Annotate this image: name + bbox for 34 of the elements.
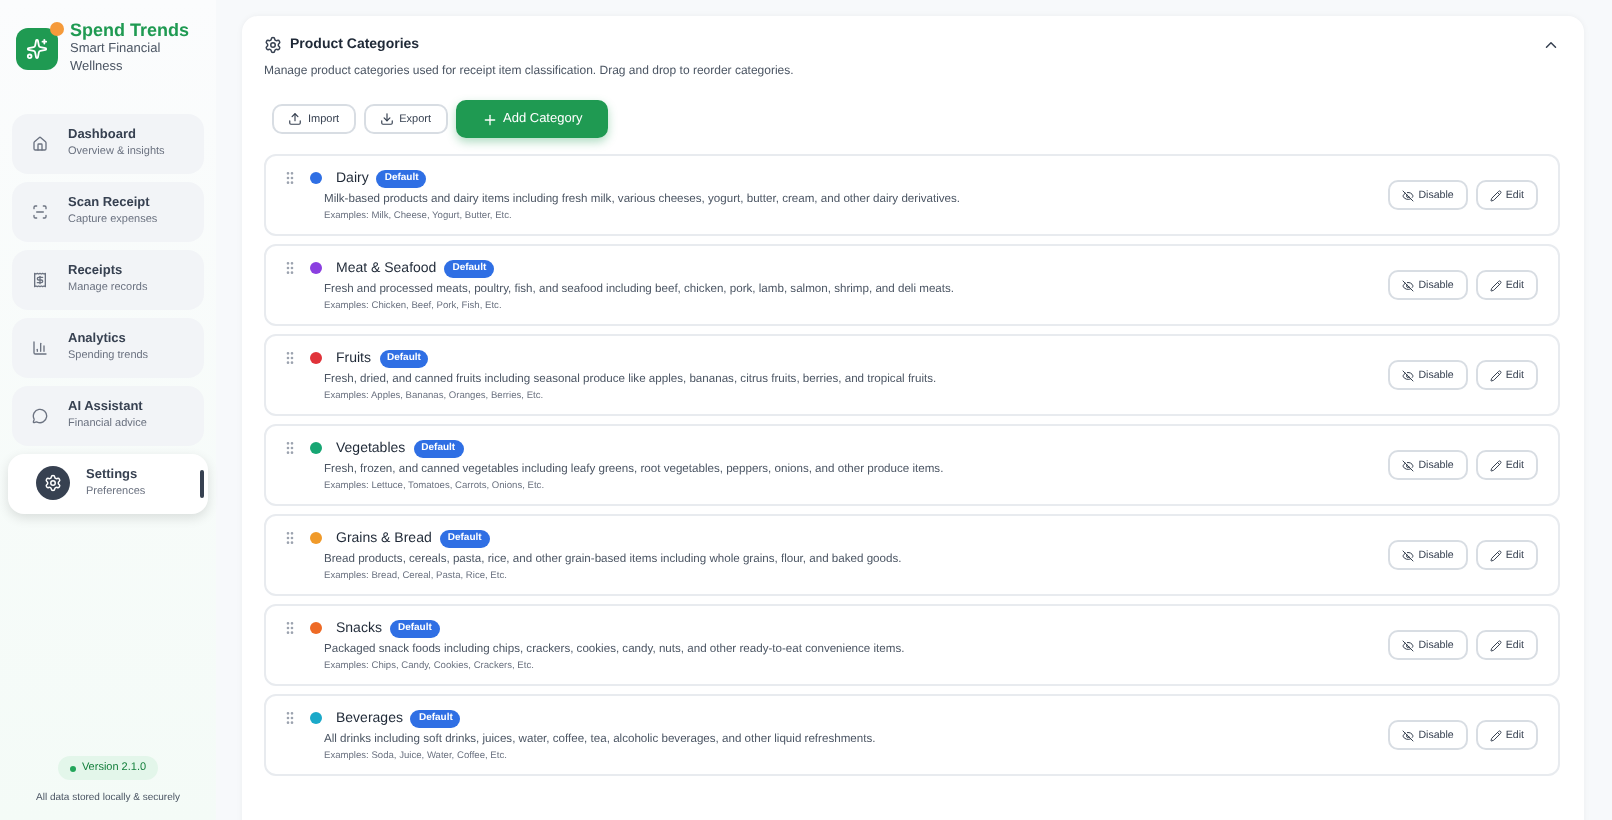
eye-off-icon bbox=[1402, 549, 1415, 561]
app-logo-icon bbox=[16, 28, 58, 70]
pencil-icon bbox=[1489, 729, 1502, 741]
eye-off-icon bbox=[1402, 639, 1415, 651]
plus-icon bbox=[481, 111, 497, 127]
eye-off-icon bbox=[1402, 459, 1415, 471]
download-icon bbox=[379, 112, 394, 126]
eye-off-icon bbox=[1402, 189, 1415, 201]
eye-off-icon bbox=[1402, 279, 1415, 291]
eye-off-icon bbox=[1402, 369, 1415, 381]
settings-icon bbox=[36, 466, 70, 501]
settings-icon bbox=[264, 36, 282, 54]
pencil-icon bbox=[1489, 549, 1502, 561]
pencil-icon bbox=[1489, 189, 1502, 201]
upload-icon bbox=[288, 112, 302, 126]
collapse-button[interactable] bbox=[1542, 36, 1560, 54]
receipt-icon bbox=[28, 267, 52, 292]
home-icon bbox=[28, 131, 52, 156]
drag-handle-icon[interactable] bbox=[282, 620, 298, 636]
drag-handle-icon[interactable] bbox=[282, 530, 298, 546]
chart-icon bbox=[28, 335, 52, 360]
pencil-icon bbox=[1489, 639, 1502, 651]
drag-handle-icon[interactable] bbox=[282, 710, 298, 726]
scan-icon bbox=[28, 199, 52, 224]
drag-handle-icon[interactable] bbox=[282, 440, 298, 456]
chat-icon bbox=[28, 403, 52, 428]
eye-off-icon bbox=[1402, 729, 1415, 741]
drag-handle-icon[interactable] bbox=[282, 260, 298, 276]
pencil-icon bbox=[1489, 459, 1502, 471]
pencil-icon bbox=[1489, 279, 1502, 291]
drag-handle-icon[interactable] bbox=[282, 350, 298, 366]
pencil-icon bbox=[1489, 369, 1502, 381]
brand-name: Spend Trends bbox=[70, 20, 190, 40]
drag-handle-icon[interactable] bbox=[282, 170, 298, 186]
